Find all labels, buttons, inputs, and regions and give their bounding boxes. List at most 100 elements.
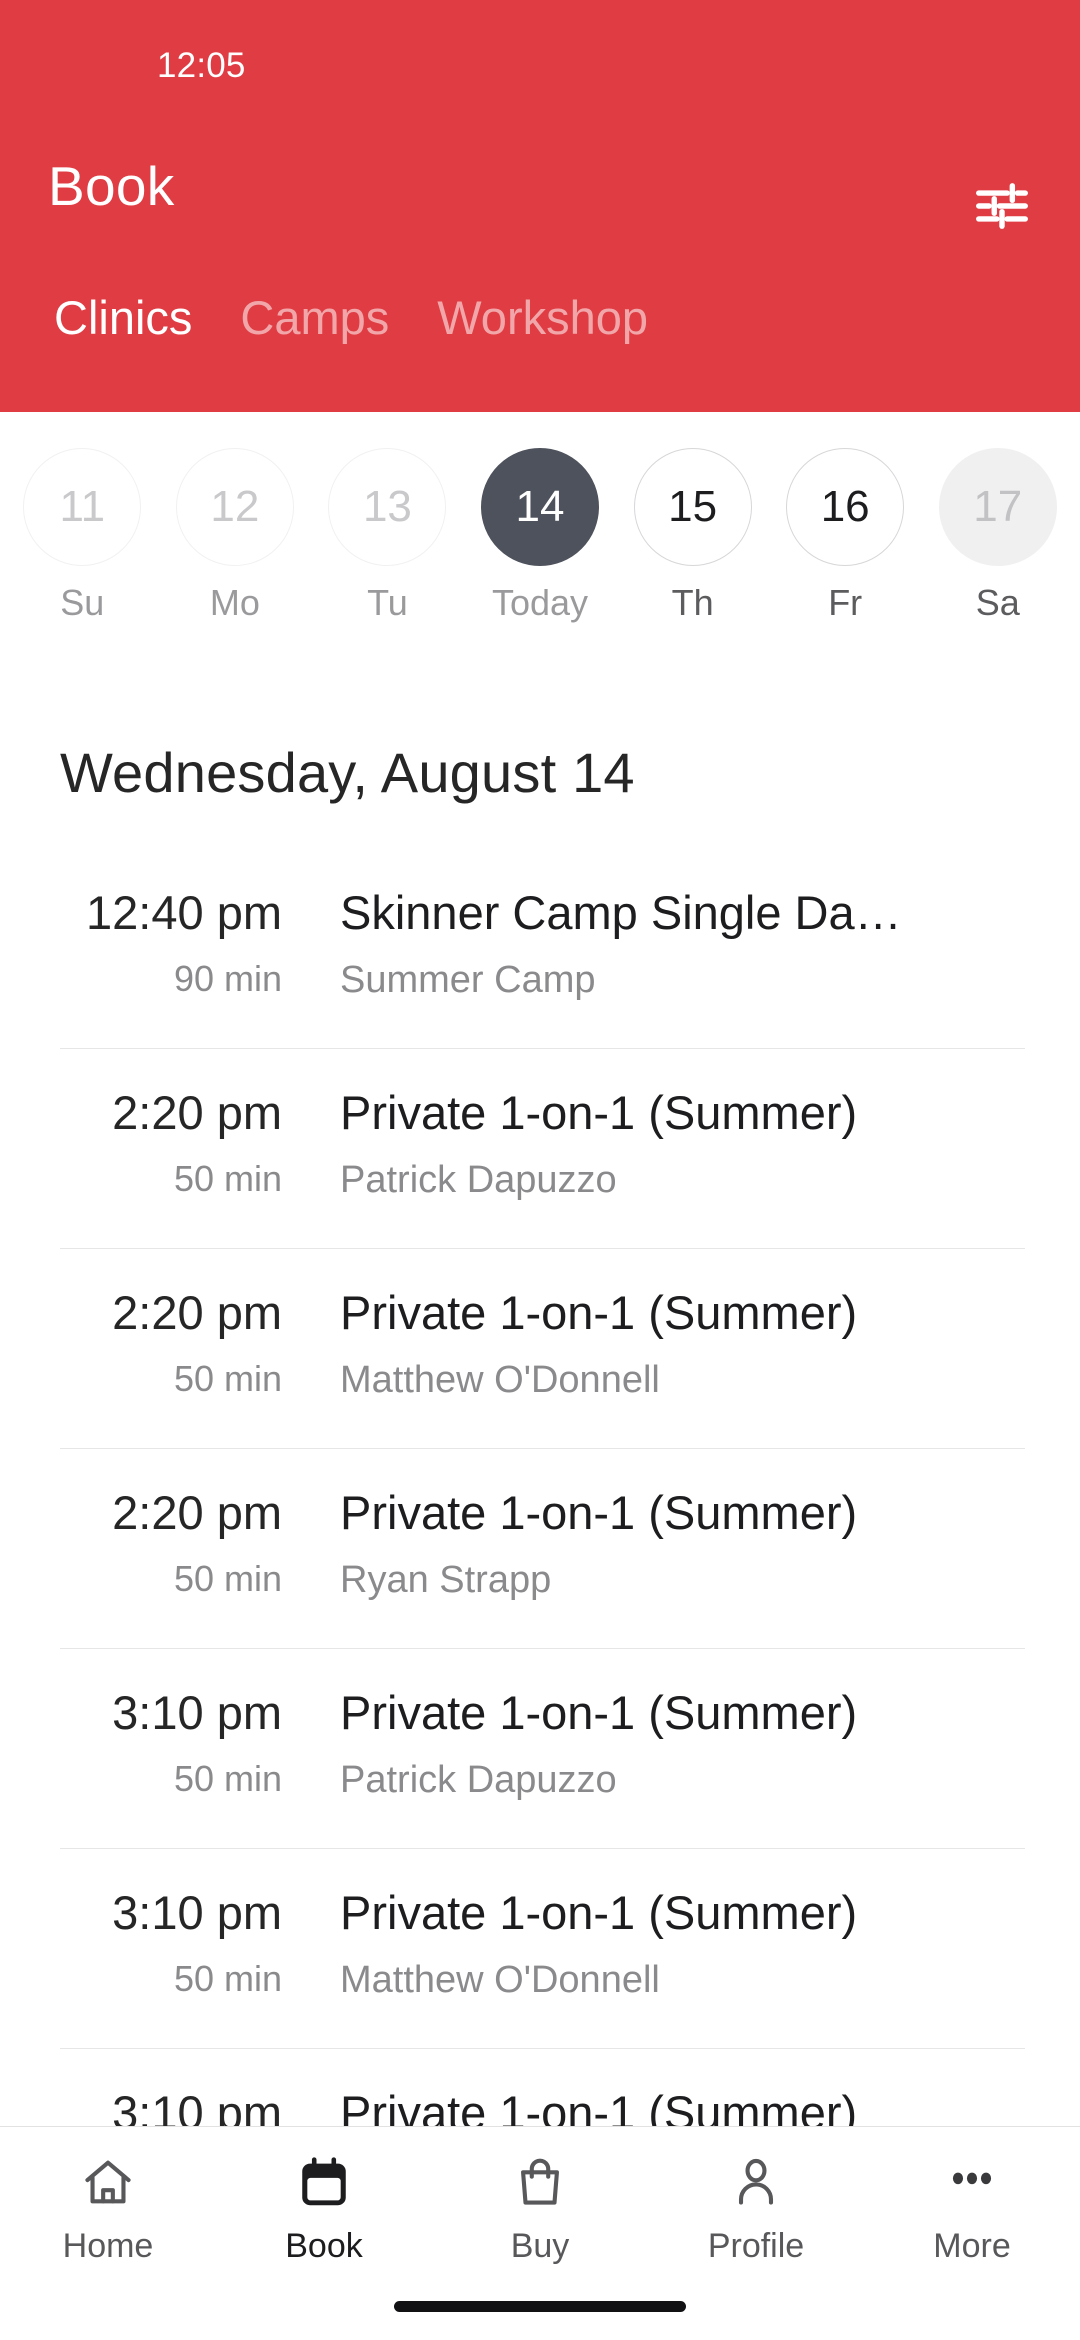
session-title: Private 1-on-1 (Summer) xyxy=(340,1086,858,1139)
nav-item-profile[interactable]: Profile xyxy=(648,2149,864,2266)
session-time: 3:10 pm xyxy=(112,1886,282,1939)
date-number: 14 xyxy=(481,448,600,566)
nav-item-book[interactable]: Book xyxy=(216,2149,432,2266)
session-subtitle: Ryan Strapp xyxy=(340,1559,552,1601)
session-info: Private 1-on-1 (Summer) Patrick Dapuzzo xyxy=(300,1682,1025,1814)
session-title: Private 1-on-1 (Summer) xyxy=(340,1486,858,1539)
list-item[interactable]: 2:20 pm 50 min Private 1-on-1 (Summer) P… xyxy=(0,1048,1080,1248)
session-subtitle: Matthew O'Donnell xyxy=(340,1359,660,1401)
session-time: 2:20 pm xyxy=(112,1486,282,1539)
shopping-bag-icon xyxy=(511,2149,569,2215)
tab-camps[interactable]: Camps xyxy=(216,288,413,348)
session-title: Private 1-on-1 (Summer) xyxy=(340,2086,858,2126)
date-weekday: Today xyxy=(491,582,589,623)
session-info: Private 1-on-1 (Summer) xyxy=(300,2082,1025,2126)
nav-label: Buy xyxy=(510,2227,570,2265)
ellipsis-icon xyxy=(943,2149,1001,2215)
session-duration: 50 min xyxy=(173,1358,282,1399)
date-cell-15[interactable]: 15 Th xyxy=(616,448,769,624)
session-time: 3:10 pm xyxy=(112,2086,282,2126)
session-info: Private 1-on-1 (Summer) Matthew O'Donnel… xyxy=(300,1282,1025,1414)
date-number: 13 xyxy=(328,448,447,566)
date-strip: 11 Su 12 Mo 13 Tu 14 Today 15 Th 16 Fr 1… xyxy=(0,412,1080,660)
filter-button[interactable] xyxy=(960,164,1044,248)
session-time: 2:20 pm xyxy=(112,1286,282,1339)
list-item[interactable]: 2:20 pm 50 min Private 1-on-1 (Summer) M… xyxy=(0,1248,1080,1448)
date-cell-14-selected[interactable]: 14 Today xyxy=(464,448,617,624)
session-time: 2:20 pm xyxy=(112,1086,282,1139)
session-time-block: 3:10 pm 50 min xyxy=(0,1682,300,1814)
selected-date-heading: Wednesday, August 14 xyxy=(60,741,635,804)
home-indicator xyxy=(394,2301,686,2312)
app-screen: 12:05 Book Clinics Camps Workshop 11 Su … xyxy=(0,0,1080,2340)
nav-item-more[interactable]: More xyxy=(864,2149,1080,2266)
session-time: 12:40 pm xyxy=(86,886,282,939)
session-duration: 50 min xyxy=(173,1958,282,1999)
date-number: 17 xyxy=(938,448,1057,566)
date-cell-12[interactable]: 12 Mo xyxy=(159,448,312,624)
nav-item-home[interactable]: Home xyxy=(0,2149,216,2266)
session-time-block: 3:10 pm 50 min xyxy=(0,1882,300,2014)
session-title: Private 1-on-1 (Summer) xyxy=(340,1886,858,1939)
tune-sliders-icon xyxy=(971,175,1033,237)
session-time-block: 3:10 pm xyxy=(0,2082,300,2126)
list-item[interactable]: 3:10 pm 50 min Private 1-on-1 (Summer) P… xyxy=(0,1648,1080,1848)
date-number: 11 xyxy=(23,448,142,566)
date-weekday: Tu xyxy=(367,582,408,623)
date-weekday: Th xyxy=(671,582,714,623)
tab-workshop[interactable]: Workshop xyxy=(413,288,672,348)
app-bar: Book xyxy=(0,132,1080,264)
session-time: 3:10 pm xyxy=(112,1686,282,1739)
session-list[interactable]: 12:40 pm 90 min Skinner Camp Single Da… … xyxy=(0,848,1080,2126)
nav-label: Book xyxy=(285,2227,363,2265)
session-duration: 50 min xyxy=(173,1158,282,1199)
status-bar-clock: 12:05 xyxy=(157,46,246,85)
session-info: Skinner Camp Single Da… Summer Camp xyxy=(300,882,1025,1014)
session-time-block: 2:20 pm 50 min xyxy=(0,1082,300,1214)
category-tabs: Clinics Camps Workshop xyxy=(0,288,1080,412)
calendar-icon xyxy=(295,2149,353,2215)
date-cell-17[interactable]: 17 Sa xyxy=(921,448,1074,624)
page-title: Book xyxy=(48,155,175,217)
tab-clinics[interactable]: Clinics xyxy=(30,288,216,348)
date-weekday: Sa xyxy=(975,582,1020,623)
date-weekday: Su xyxy=(60,582,105,623)
session-subtitle: Patrick Dapuzzo xyxy=(340,1159,617,1201)
session-subtitle: Patrick Dapuzzo xyxy=(340,1759,617,1801)
nav-item-buy[interactable]: Buy xyxy=(432,2149,648,2266)
nav-label: Home xyxy=(62,2227,154,2265)
session-info: Private 1-on-1 (Summer) Matthew O'Donnel… xyxy=(300,1882,1025,2014)
app-header: 12:05 Book Clinics Camps Workshop xyxy=(0,0,1080,412)
person-icon xyxy=(727,2149,785,2215)
session-title: Private 1-on-1 (Summer) xyxy=(340,1686,858,1739)
list-item[interactable]: 3:10 pm 50 min Private 1-on-1 (Summer) M… xyxy=(0,1848,1080,2048)
date-weekday: Mo xyxy=(209,582,260,623)
date-number: 16 xyxy=(786,448,905,566)
session-duration: 90 min xyxy=(173,958,282,999)
session-title: Private 1-on-1 (Summer) xyxy=(340,1286,858,1339)
session-duration: 50 min xyxy=(173,1558,282,1599)
session-info: Private 1-on-1 (Summer) Patrick Dapuzzo xyxy=(300,1082,1025,1214)
date-cell-13[interactable]: 13 Tu xyxy=(311,448,464,624)
date-cell-16[interactable]: 16 Fr xyxy=(769,448,922,624)
session-title: Skinner Camp Single Da… xyxy=(340,886,902,939)
list-item[interactable]: 12:40 pm 90 min Skinner Camp Single Da… … xyxy=(0,848,1080,1048)
session-time-block: 2:20 pm 50 min xyxy=(0,1482,300,1614)
home-icon xyxy=(79,2149,137,2215)
list-item[interactable]: 3:10 pm Private 1-on-1 (Summer) xyxy=(0,2048,1080,2126)
list-item[interactable]: 2:20 pm 50 min Private 1-on-1 (Summer) R… xyxy=(0,1448,1080,1648)
session-time-block: 12:40 pm 90 min xyxy=(0,882,300,1014)
session-info: Private 1-on-1 (Summer) Ryan Strapp xyxy=(300,1482,1025,1614)
date-number: 15 xyxy=(633,448,752,566)
nav-label: More xyxy=(933,2227,1011,2265)
bottom-navigation: Home Book Buy Profile More xyxy=(0,2126,1080,2340)
session-duration: 50 min xyxy=(173,1758,282,1799)
date-weekday: Fr xyxy=(828,582,863,623)
date-cell-11[interactable]: 11 Su xyxy=(6,448,159,624)
session-subtitle: Matthew O'Donnell xyxy=(340,1959,660,2001)
nav-label: Profile xyxy=(707,2227,805,2265)
status-bar: 12:05 xyxy=(0,0,1080,132)
session-subtitle: Summer Camp xyxy=(340,959,596,1001)
date-number: 12 xyxy=(175,448,294,566)
session-time-block: 2:20 pm 50 min xyxy=(0,1282,300,1414)
